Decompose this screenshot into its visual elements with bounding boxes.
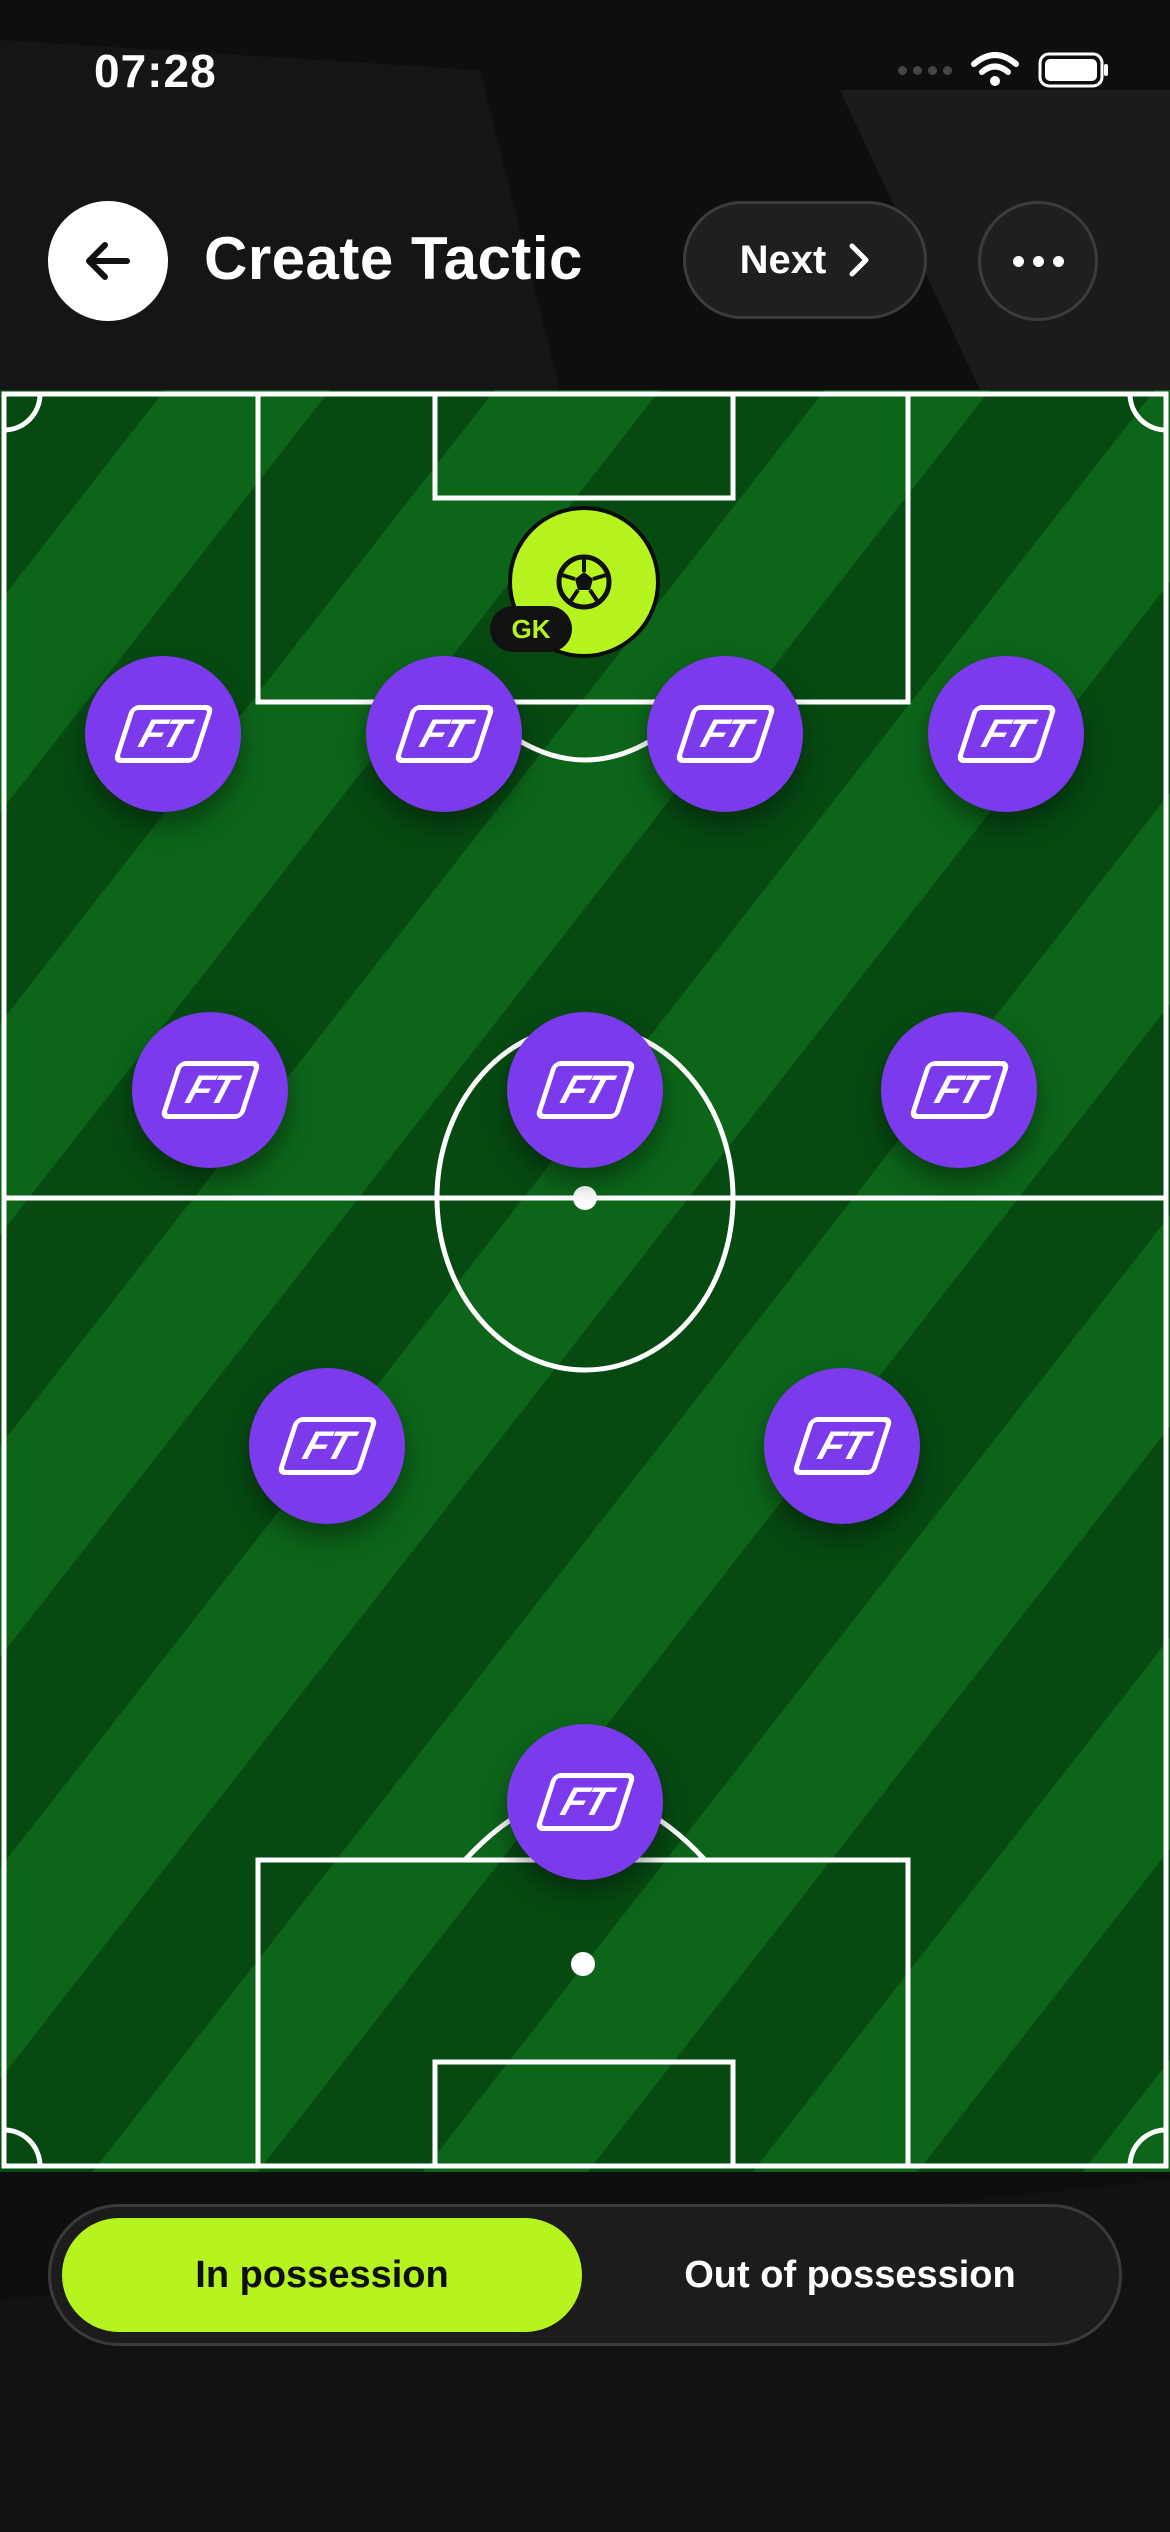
- player-token[interactable]: FT: [507, 1012, 663, 1168]
- battery-icon: [1038, 52, 1108, 88]
- more-dot-icon: [1052, 255, 1064, 267]
- out-of-possession-tab[interactable]: Out of possession: [596, 2218, 1104, 2332]
- player-token[interactable]: FT: [132, 1012, 288, 1168]
- more-dot-icon: [1032, 255, 1044, 267]
- page-title: Create Tactic: [204, 225, 583, 292]
- ft-logo-icon: FT: [534, 1061, 636, 1119]
- next-button[interactable]: Next: [683, 201, 927, 319]
- possession-toggle: In possession Out of possession: [48, 2204, 1122, 2346]
- player-token[interactable]: FT: [764, 1368, 920, 1524]
- ft-logo-icon: FT: [112, 705, 214, 763]
- cellular-signal-icon: [898, 65, 952, 75]
- football-icon: [556, 554, 612, 610]
- player-token[interactable]: FT: [85, 656, 241, 812]
- player-token[interactable]: FT: [881, 1012, 1037, 1168]
- ft-logo-icon: FT: [674, 705, 776, 763]
- player-token[interactable]: FT: [647, 656, 803, 812]
- back-button[interactable]: [48, 201, 168, 321]
- next-button-label: Next: [739, 237, 827, 282]
- ft-logo-icon: FT: [276, 1417, 378, 1475]
- player-token[interactable]: FT: [928, 656, 1084, 812]
- status-time: 07:28: [94, 45, 217, 97]
- ft-logo-icon: FT: [791, 1417, 893, 1475]
- player-token[interactable]: FT: [507, 1724, 663, 1880]
- more-options-button[interactable]: [978, 201, 1098, 321]
- ft-logo-icon: FT: [534, 1773, 636, 1831]
- ft-logo-icon: FT: [159, 1061, 261, 1119]
- ft-logo-icon: FT: [908, 1061, 1010, 1119]
- player-token[interactable]: FT: [366, 656, 522, 812]
- status-icons: [898, 52, 1110, 88]
- chevron-right-icon: [849, 243, 869, 277]
- wifi-icon: [971, 52, 1019, 86]
- player-token[interactable]: FT: [249, 1368, 405, 1524]
- more-dot-icon: [1012, 255, 1024, 267]
- goalkeeper-badge: GK: [490, 606, 572, 652]
- ft-logo-icon: FT: [393, 705, 495, 763]
- ft-logo-icon: FT: [955, 705, 1057, 763]
- arrow-left-icon: [86, 242, 130, 280]
- in-possession-tab[interactable]: In possession: [62, 2218, 582, 2332]
